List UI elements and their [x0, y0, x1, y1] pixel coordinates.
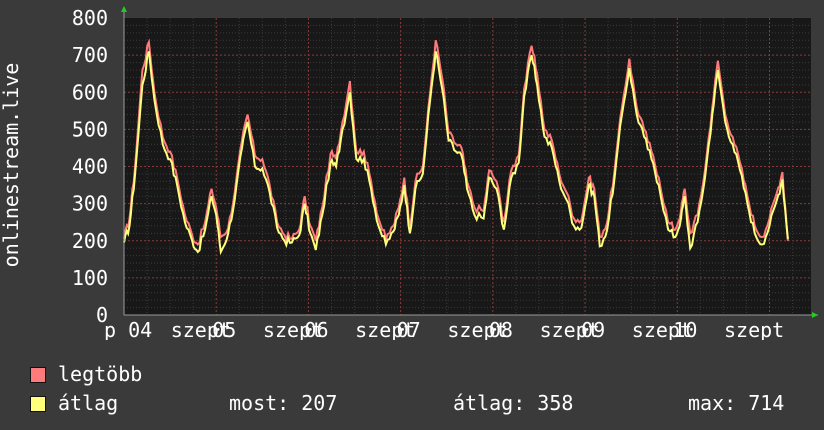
stat-now-key: most:: [229, 391, 290, 415]
y-tick-label: 400: [72, 155, 108, 179]
stat-avg-value: 358: [537, 391, 574, 415]
y-tick-label: 500: [72, 117, 108, 141]
stat-now: most: 207: [229, 391, 337, 415]
y-axis-ticks: 0100200300400500600700800: [72, 6, 108, 327]
y-tick-label: 100: [72, 266, 108, 290]
legend-label-max: legtöbb: [58, 362, 143, 386]
legend-swatch-max: [30, 367, 46, 383]
plot-area: [124, 18, 811, 315]
x-tick-label: 10: [673, 318, 697, 340]
stat-now-value: 207: [301, 391, 338, 415]
x-tick-label: 05: [212, 318, 236, 340]
x-tick-label: 08: [489, 318, 513, 340]
stat-avg-key: átlag:: [453, 391, 526, 415]
stat-max: max: 714: [688, 391, 784, 415]
legend-row-max: legtöbb: [30, 362, 810, 386]
legend-row-avg: átlag most: 207 átlag: 358 max: 714: [30, 391, 810, 415]
y-axis-label: onlinestream.live: [0, 63, 23, 268]
stat-max-value: 714: [748, 391, 785, 415]
y-tick-label: 600: [72, 80, 108, 104]
stat-avg: átlag: 358: [453, 391, 573, 415]
y-tick-label: 800: [72, 6, 108, 30]
x-tick-label: 06: [304, 318, 328, 340]
x-tick-label: szept: [724, 318, 784, 340]
chart: 0100200300400500600700800 p 04 szept05 sze…: [0, 0, 824, 340]
legend-swatch-avg: [30, 396, 46, 412]
legend-label-avg: átlag: [58, 391, 119, 415]
x-tick-label: p 04: [104, 318, 152, 340]
stat-max-key: max:: [688, 391, 737, 415]
x-tick-label: 09: [581, 318, 605, 340]
y-tick-label: 300: [72, 192, 108, 216]
y-tick-label: 200: [72, 229, 108, 253]
x-tick-label: 07: [397, 318, 421, 340]
y-tick-label: 700: [72, 43, 108, 67]
